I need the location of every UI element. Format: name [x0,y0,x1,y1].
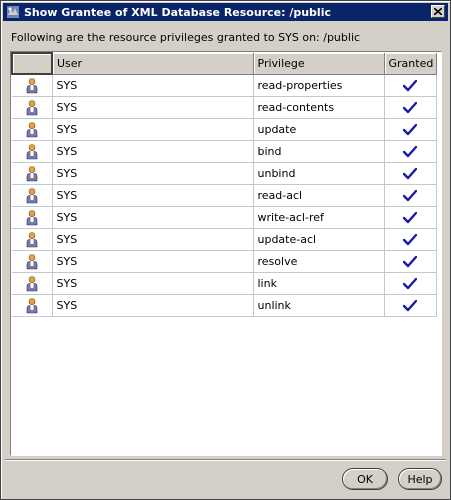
table-row[interactable]: SYS unbind [12,162,437,185]
user-icon [26,121,38,137]
privilege-cell: resolve [253,250,385,273]
checkmark-icon [403,256,417,268]
column-header-granted[interactable]: Granted [384,53,437,75]
granted-cell[interactable] [384,250,437,273]
checkmark-icon [403,212,417,224]
title-bar[interactable]: Show Grantee of XML Database Resource: /… [3,3,448,21]
footer-separator [5,459,446,461]
table-row[interactable]: SYS unlink [12,294,437,317]
user-icon [26,253,38,269]
user-icon [26,165,38,181]
granted-cell[interactable] [384,272,437,295]
row-icon-cell [12,184,53,207]
user-icon [26,77,38,93]
window-title: Show Grantee of XML Database Resource: /… [24,5,331,19]
granted-cell[interactable] [384,206,437,229]
user-icon [26,231,38,247]
ok-button[interactable]: OK [342,468,388,490]
row-icon-cell [12,206,53,229]
granted-cell[interactable] [384,74,437,97]
granted-cell[interactable] [384,184,437,207]
close-icon [434,8,442,15]
granted-cell[interactable] [384,228,437,251]
user-icon [26,297,38,313]
privilege-cell: update [253,118,385,141]
user-icon [26,275,38,291]
privilege-cell: unbind [253,162,385,185]
privilege-cell: bind [253,140,385,163]
user-cell: SYS [52,206,254,229]
row-icon-cell [12,162,53,185]
user-icon [26,143,38,159]
user-cell: SYS [52,140,254,163]
checkmark-icon [403,146,417,158]
corner-header[interactable] [11,52,53,75]
table-row[interactable]: SYS read-contents [12,96,437,119]
dialog-window: Show Grantee of XML Database Resource: /… [0,0,451,500]
privileges-table[interactable]: User Privilege Granted SYS read-propertie… [10,51,442,456]
table-row[interactable]: SYS update [12,118,437,141]
row-icon-cell [12,228,53,251]
user-icon [26,209,38,225]
checkmark-icon [403,300,417,312]
privilege-cell: link [253,272,385,295]
checkmark-icon [403,190,417,202]
user-cell: SYS [52,74,254,97]
granted-cell[interactable] [384,162,437,185]
table-row[interactable]: SYS read-properties [12,74,437,97]
granted-cell[interactable] [384,96,437,119]
checkmark-icon [403,102,417,114]
close-button[interactable] [431,5,445,18]
user-cell: SYS [52,272,254,295]
user-icon [26,187,38,203]
privilege-cell: unlink [253,294,385,317]
table-row[interactable]: SYS bind [12,140,437,163]
privilege-cell: write-acl-ref [253,206,385,229]
table-row[interactable]: SYS read-acl [12,184,437,207]
user-icon [26,99,38,115]
user-cell: SYS [52,228,254,251]
granted-cell[interactable] [384,294,437,317]
user-cell: SYS [52,162,254,185]
privilege-cell: read-acl [253,184,385,207]
granted-cell[interactable] [384,140,437,163]
user-cell: SYS [52,250,254,273]
description-text: Following are the resource privileges gr… [11,31,361,44]
table-header-row: User Privilege Granted [11,52,437,75]
column-header-user[interactable]: User [52,53,254,75]
granted-cell[interactable] [384,118,437,141]
row-icon-cell [12,140,53,163]
user-cell: SYS [52,96,254,119]
user-cell: SYS [52,184,254,207]
table-row[interactable]: SYS write-acl-ref [12,206,437,229]
user-cell: SYS [52,294,254,317]
row-icon-cell [12,250,53,273]
table-row[interactable]: SYS update-acl [12,228,437,251]
privilege-cell: update-acl [253,228,385,251]
checkmark-icon [403,124,417,136]
privilege-cell: read-properties [253,74,385,97]
row-icon-cell [12,96,53,119]
privilege-cell: read-contents [253,96,385,119]
row-icon-cell [12,294,53,317]
checkmark-icon [403,168,417,180]
row-icon-cell [12,118,53,141]
help-button[interactable]: Help [398,468,442,490]
database-app-icon [7,6,19,18]
table-row[interactable]: SYS resolve [12,250,437,273]
user-cell: SYS [52,118,254,141]
table-row[interactable]: SYS link [12,272,437,295]
row-icon-cell [12,272,53,295]
checkmark-icon [403,79,417,91]
checkmark-icon [403,234,417,246]
row-icon-cell [12,74,53,97]
column-header-privilege[interactable]: Privilege [253,53,385,75]
checkmark-icon [403,278,417,290]
